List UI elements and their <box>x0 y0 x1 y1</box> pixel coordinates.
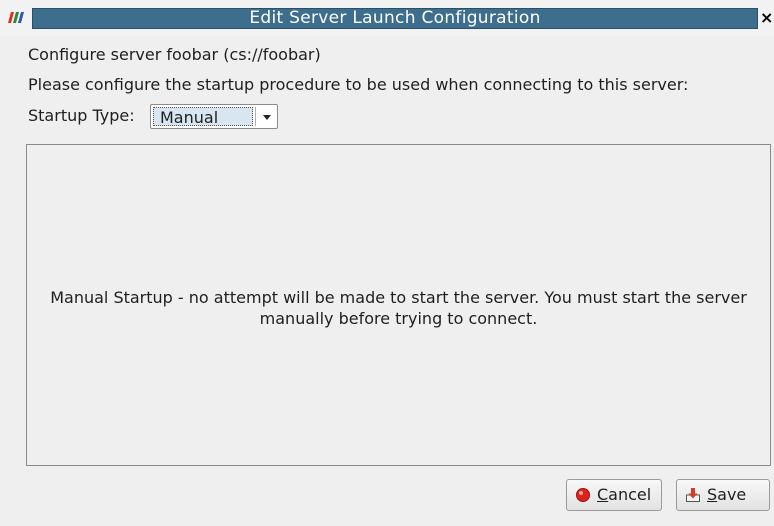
paraview-logo-icon <box>6 7 26 27</box>
save-button[interactable]: Save <box>676 479 770 511</box>
cancel-mnemonic: C <box>597 485 609 504</box>
save-download-icon <box>685 487 701 503</box>
startup-description-panel: Manual Startup - no attempt will be made… <box>26 144 771 466</box>
startup-type-select[interactable]: Manual <box>150 104 278 129</box>
instruction-label: Please configure the startup procedure t… <box>28 75 689 94</box>
title-strip: Edit Server Launch Configuration <box>32 8 758 29</box>
save-label: Save <box>707 480 746 510</box>
cancel-label-rest: ancel <box>608 485 652 504</box>
window-title: Edit Server Launch Configuration <box>249 8 541 28</box>
save-mnemonic: S <box>707 485 718 504</box>
startup-type-label: Startup Type: <box>28 106 135 125</box>
title-bar[interactable]: Edit Server Launch Configuration × <box>0 0 774 36</box>
startup-type-value: Manual <box>160 108 219 127</box>
cancel-label: Cancel <box>597 480 651 510</box>
save-label-rest: ave <box>717 485 747 504</box>
select-divider <box>255 107 256 126</box>
chevron-down-icon[interactable] <box>259 107 275 126</box>
cancel-button[interactable]: Cancel <box>566 479 662 511</box>
configure-server-label: Configure server foobar (cs://foobar) <box>28 45 321 64</box>
startup-description-text: Manual Startup - no attempt will be made… <box>50 288 747 328</box>
record-icon <box>575 487 591 503</box>
close-icon[interactable]: × <box>760 9 774 27</box>
edit-server-launch-dialog: Edit Server Launch Configuration × Confi… <box>0 0 774 526</box>
startup-type-value-box: Manual <box>153 107 253 127</box>
